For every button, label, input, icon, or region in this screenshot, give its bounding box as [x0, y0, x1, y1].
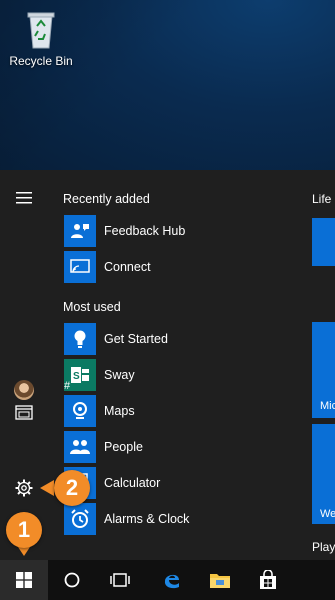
user-avatar[interactable]	[12, 378, 36, 402]
app-item-feedback-hub[interactable]: Feedback Hub	[64, 215, 304, 247]
start-menu: Recently added Feedback Hub Connect Most…	[0, 170, 335, 560]
svg-text:S: S	[73, 371, 80, 382]
app-item-people[interactable]: People	[64, 431, 304, 463]
edge-icon	[164, 574, 179, 589]
most-used-heading: Most used	[63, 300, 121, 314]
people-icon	[64, 431, 96, 463]
alpha-heading[interactable]: #	[64, 380, 70, 392]
callout-badge-2: 2	[54, 470, 90, 506]
edge-taskbar-button[interactable]	[148, 560, 196, 600]
settings-gear-icon[interactable]	[12, 476, 36, 500]
task-view-icon	[110, 573, 130, 587]
live-tiles: Life a Mic We Play	[312, 170, 335, 560]
app-item-sway[interactable]: S Sway	[64, 359, 304, 391]
app-item-get-started[interactable]: Get Started	[64, 323, 304, 355]
play-group-heading: Play	[312, 540, 335, 554]
app-item-calculator[interactable]: Calculator	[64, 467, 304, 499]
hamburger-icon[interactable]	[12, 186, 36, 210]
store-button[interactable]	[244, 560, 292, 600]
maps-icon	[64, 395, 96, 427]
app-list: Recently added Feedback Hub Connect Most…	[56, 170, 306, 560]
store-bag-icon	[260, 570, 276, 589]
callout-2-pointer	[40, 480, 54, 496]
recycle-bin[interactable]: Recycle Bin	[6, 8, 76, 68]
recycle-bin-label: Recycle Bin	[9, 54, 73, 68]
start-button[interactable]	[0, 560, 48, 600]
live-tile[interactable]	[312, 218, 335, 266]
tiles-group-heading: Life a	[312, 192, 335, 206]
windows-logo-icon	[16, 572, 32, 588]
recycle-bin-icon	[27, 12, 55, 49]
documents-icon[interactable]	[12, 400, 36, 424]
folder-icon	[210, 574, 230, 588]
app-item-alarms-clock[interactable]: Alarms & Clock	[64, 503, 304, 535]
lightbulb-icon	[64, 323, 96, 355]
taskbar	[0, 560, 335, 600]
feedback-hub-icon	[64, 215, 96, 247]
live-tile[interactable]: Mic	[312, 322, 335, 418]
alarm-clock-icon	[64, 503, 96, 535]
callout-badge-1: 1	[6, 512, 42, 548]
app-item-connect[interactable]: Connect	[64, 251, 304, 283]
live-tile[interactable]: We	[312, 424, 335, 524]
connect-icon	[64, 251, 96, 283]
task-view-button[interactable]	[96, 560, 144, 600]
desktop: Recycle Bin	[0, 0, 335, 170]
file-explorer-button[interactable]	[196, 560, 244, 600]
app-item-maps[interactable]: Maps	[64, 395, 304, 427]
start-rail	[0, 170, 48, 560]
cortana-circle-icon	[64, 572, 80, 588]
avatar-icon	[14, 380, 34, 400]
recently-added-heading: Recently added	[63, 192, 150, 206]
cortana-search-button[interactable]	[48, 560, 96, 600]
